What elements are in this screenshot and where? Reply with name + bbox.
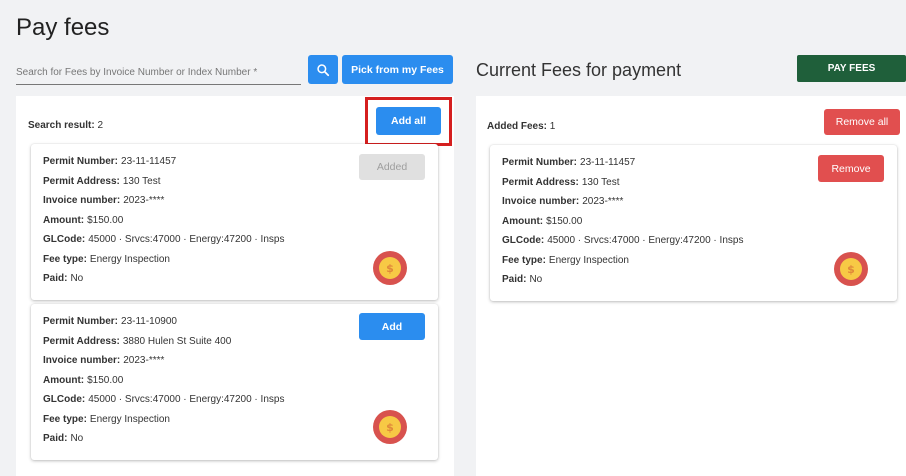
glcode: GLCode: 45000 · Srvcs:47000 · Energy:4720…	[43, 394, 285, 405]
glcode: GLCode: 45000 · Srvcs:47000 · Energy:4720…	[502, 235, 744, 246]
permit-number: Permit Number: 23-11-10900	[43, 316, 177, 327]
fee-card: Permit Number: 23-11-11457 Permit Address…	[31, 144, 438, 300]
search-button[interactable]	[308, 55, 338, 84]
search-bar: Pick from my Fees	[16, 55, 454, 85]
current-fees-title: Current Fees for payment	[476, 60, 682, 80]
added-fees-panel: Added Fees: 1 Remove all Permit Number: 2…	[476, 96, 906, 476]
amount: Amount: $150.00	[43, 215, 124, 226]
search-icon	[317, 63, 330, 76]
fee-card: Permit Number: 23-11-10900 Permit Address…	[31, 304, 438, 460]
search-input[interactable]	[16, 61, 301, 78]
amount: Amount: $150.00	[502, 216, 583, 227]
add-all-highlight: Add all	[365, 97, 452, 146]
invoice-number: Invoice number: 2023-****	[43, 195, 165, 206]
fee-type: Fee type: Energy Inspection	[502, 255, 629, 266]
permit-number: Permit Number: 23-11-11457	[502, 157, 636, 168]
permit-number: Permit Number: 23-11-11457	[43, 156, 177, 167]
remove-button[interactable]: Remove	[818, 155, 884, 182]
pay-fees-button[interactable]: PAY FEES	[797, 55, 906, 82]
add-all-button[interactable]: Add all	[376, 107, 441, 135]
invoice-number: Invoice number: 2023-****	[43, 355, 165, 366]
permit-address: Permit Address: 130 Test	[43, 176, 161, 187]
paid-status: Paid: No	[43, 433, 84, 444]
add-button[interactable]: Add	[359, 313, 425, 340]
dollar-coin-icon: $	[834, 252, 868, 286]
remove-all-button[interactable]: Remove all	[824, 109, 900, 135]
permit-address: Permit Address: 3880 Hulen St Suite 400	[43, 336, 232, 347]
added-button: Added	[359, 154, 425, 180]
dollar-coin-icon: $	[373, 410, 407, 444]
search-result-count: Search result: 2	[28, 120, 104, 131]
amount: Amount: $150.00	[43, 375, 124, 386]
permit-address: Permit Address: 130 Test	[502, 177, 620, 188]
paid-status: Paid: No	[502, 274, 543, 285]
page-title: Pay fees	[16, 14, 110, 41]
pick-from-my-fees-button[interactable]: Pick from my Fees	[342, 55, 453, 84]
fee-type: Fee type: Energy Inspection	[43, 414, 170, 425]
glcode: GLCode: 45000 · Srvcs:47000 · Energy:4720…	[43, 234, 285, 245]
search-results-panel: Search result: 2 Add all Permit Number: 2…	[16, 96, 454, 476]
added-fees-count: Added Fees: 1	[487, 121, 556, 132]
fee-type: Fee type: Energy Inspection	[43, 254, 170, 265]
invoice-number: Invoice number: 2023-****	[502, 196, 624, 207]
dollar-coin-icon: $	[373, 251, 407, 285]
added-fee-card: Permit Number: 23-11-11457 Permit Address…	[490, 145, 897, 301]
paid-status: Paid: No	[43, 273, 84, 284]
search-field[interactable]	[16, 61, 301, 85]
